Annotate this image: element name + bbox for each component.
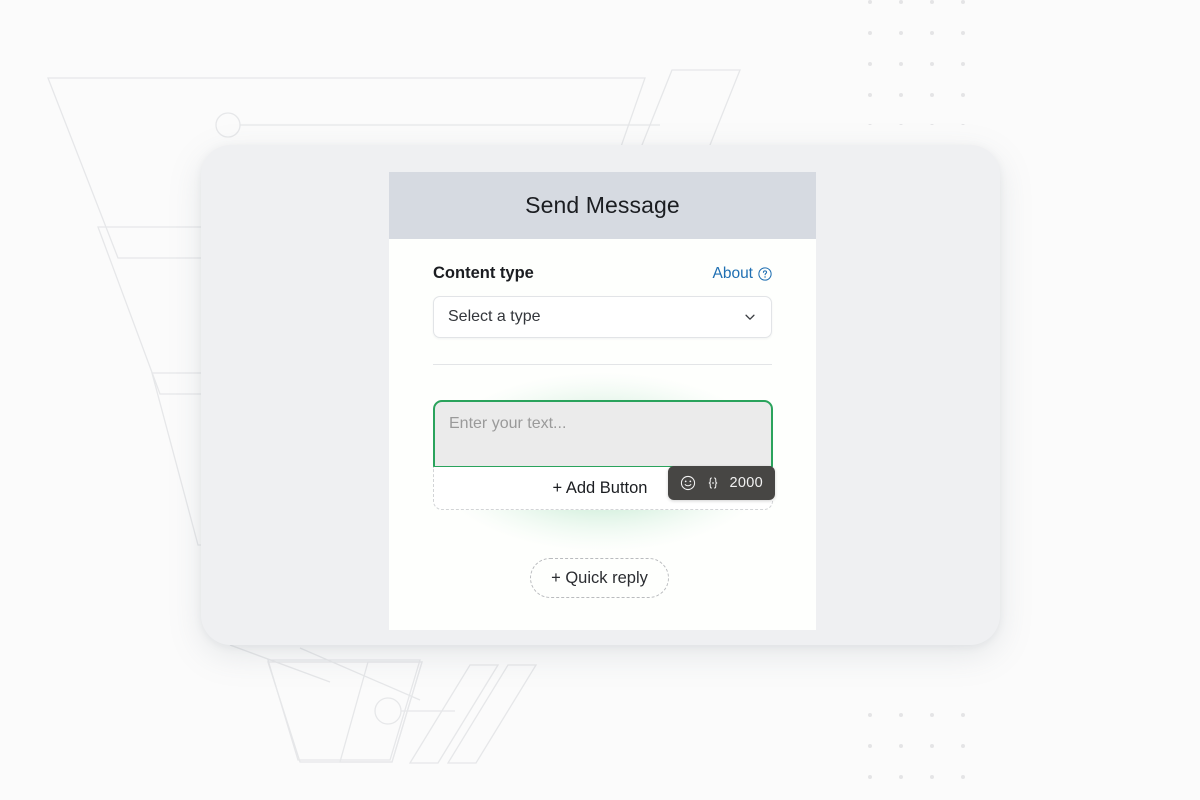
decor-line-bottom-slant-1 bbox=[299, 647, 421, 701]
add-button-label: + Add Button bbox=[552, 478, 648, 497]
character-count: 2000 bbox=[729, 475, 763, 491]
decor-parallelogram-bottom-1 bbox=[339, 661, 423, 763]
section-divider bbox=[433, 364, 772, 365]
smiley-face-icon[interactable] bbox=[680, 475, 696, 491]
decor-node-circle-top bbox=[215, 112, 241, 138]
message-composer: Enter your text... + Add Button 2000 bbox=[433, 400, 775, 510]
editor-toolbar: 2000 bbox=[667, 466, 775, 500]
page-title: Send Message bbox=[525, 192, 680, 218]
message-textarea[interactable]: Enter your text... bbox=[433, 400, 773, 468]
dot-grid-bottom-right bbox=[843, 700, 983, 800]
dialog-body: Content type About Select a type bbox=[389, 264, 816, 365]
content-type-row: Content type About bbox=[433, 264, 772, 283]
decor-trapezoid-bottom bbox=[267, 659, 421, 761]
chevron-down-icon bbox=[745, 314, 755, 320]
select-value: Select a type bbox=[448, 308, 541, 325]
decor-line-bottom-slant-2 bbox=[229, 644, 331, 683]
add-quick-reply-button[interactable]: + Quick reply bbox=[530, 558, 669, 598]
about-label: About bbox=[712, 264, 753, 282]
decor-parallelogram-bottom-3 bbox=[446, 664, 538, 764]
dialog-header: Send Message bbox=[389, 172, 816, 239]
decor-trapezoid-bottom-2 bbox=[267, 661, 423, 763]
decor-node-circle-bottom bbox=[374, 697, 402, 725]
quick-reply-label: + Quick reply bbox=[551, 568, 648, 587]
curly-braces-icon[interactable] bbox=[705, 475, 721, 491]
decor-parallelogram-bottom-2 bbox=[408, 664, 500, 764]
content-type-select[interactable]: Select a type bbox=[433, 296, 772, 338]
content-type-label: Content type bbox=[433, 264, 534, 282]
help-circle-icon bbox=[758, 266, 772, 281]
message-placeholder: Enter your text... bbox=[449, 415, 567, 432]
dot-grid-top-right bbox=[843, 0, 983, 125]
about-link[interactable]: About bbox=[712, 265, 772, 283]
